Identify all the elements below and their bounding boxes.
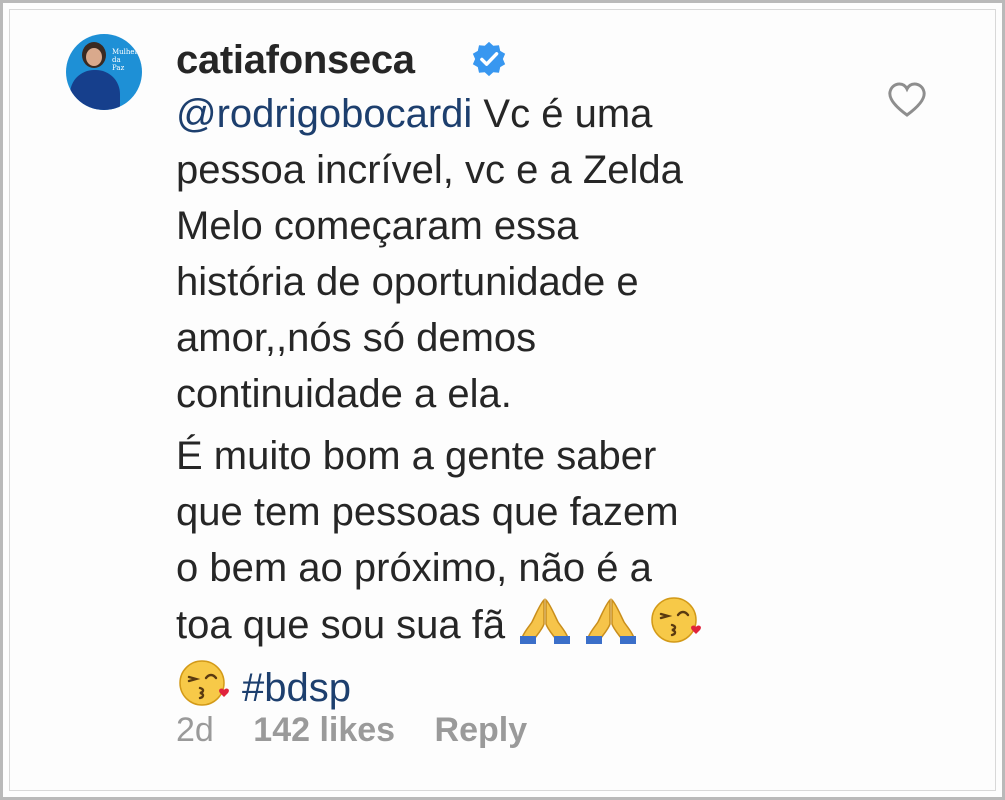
avatar-body [70, 70, 120, 110]
comment-paragraph-2: É muito bom a gente saber que tem pessoa… [176, 428, 876, 653]
kissing-face-emoji [651, 597, 702, 643]
avatar[interactable]: Mulher da Paz [66, 34, 142, 110]
heart-outline-icon[interactable] [886, 80, 928, 120]
comment-age[interactable]: 2d [176, 708, 214, 752]
hashtag-link[interactable]: #bdsp [242, 666, 351, 710]
avatar-sign: Mulher da Paz [112, 48, 138, 72]
kissing-face-emoji [179, 660, 229, 706]
folded-hands-emoji [520, 598, 571, 644]
comment-paragraph-1: @rodrigobocardi Vc é uma pessoa incrível… [176, 86, 876, 422]
likes-count-button[interactable]: 142 likes [253, 708, 395, 752]
reply-button[interactable]: Reply [435, 708, 528, 752]
comment-footer: 2d 142 likes Reply [176, 708, 557, 752]
comment-body: @rodrigobocardi Vc é uma pessoa incrível… [176, 86, 876, 722]
verified-badge-icon [472, 41, 506, 77]
avatar-face [86, 48, 102, 66]
username[interactable]: catiafonseca [176, 36, 415, 84]
comment-text-1: Vc é uma pessoa incrível, vc e a Zelda M… [176, 92, 683, 416]
folded-hands-emoji [586, 598, 637, 644]
mention-link[interactable]: @rodrigobocardi [176, 92, 472, 136]
